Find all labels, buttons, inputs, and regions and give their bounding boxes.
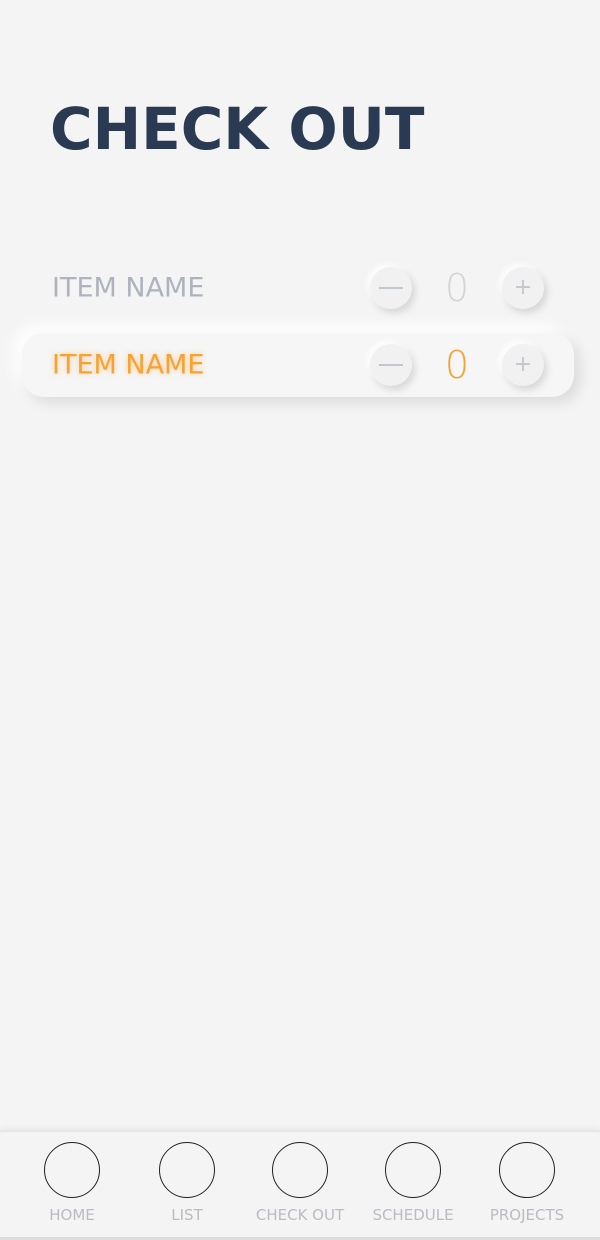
increment-button[interactable]: + [502, 344, 544, 386]
bottom-nav: HOME LIST CHECK OUT SCHEDULE PROJECTS [0, 1130, 600, 1240]
nav-item-projects[interactable]: PROJECTS [467, 1142, 587, 1234]
schedule-icon [385, 1142, 441, 1198]
nav-label: SCHEDULE [372, 1206, 454, 1224]
item-name: ITEM NAME [52, 349, 205, 381]
nav-item-check-out[interactable]: CHECK OUT [240, 1142, 360, 1234]
item-quantity: 0 [444, 343, 470, 387]
checkout-screen: CHECK OUT ITEM NAME 0 + ITEM NAME 0 + HO… [0, 0, 600, 1240]
nav-label: CHECK OUT [255, 1206, 345, 1224]
nav-label: PROJECTS [489, 1206, 565, 1224]
nav-label: LIST [171, 1206, 203, 1224]
decrement-button[interactable] [370, 267, 412, 309]
nav-item-list[interactable]: LIST [127, 1142, 247, 1234]
nav-item-home[interactable]: HOME [12, 1142, 132, 1234]
plus-icon: + [513, 352, 533, 377]
projects-icon [499, 1142, 555, 1198]
plus-icon: + [513, 275, 533, 300]
item-name: ITEM NAME [52, 272, 205, 304]
nav-item-schedule[interactable]: SCHEDULE [353, 1142, 473, 1234]
list-item-selected[interactable]: ITEM NAME 0 + [22, 333, 574, 397]
list-icon [159, 1142, 215, 1198]
minus-icon [379, 364, 403, 366]
list-item[interactable]: ITEM NAME 0 + [22, 256, 574, 320]
check-out-icon [272, 1142, 328, 1198]
increment-button[interactable]: + [502, 267, 544, 309]
home-icon [44, 1142, 100, 1198]
page-title: CHECK OUT [50, 95, 425, 163]
item-quantity: 0 [444, 266, 470, 310]
minus-icon [379, 287, 403, 289]
nav-label: HOME [49, 1206, 95, 1224]
decrement-button[interactable] [370, 344, 412, 386]
